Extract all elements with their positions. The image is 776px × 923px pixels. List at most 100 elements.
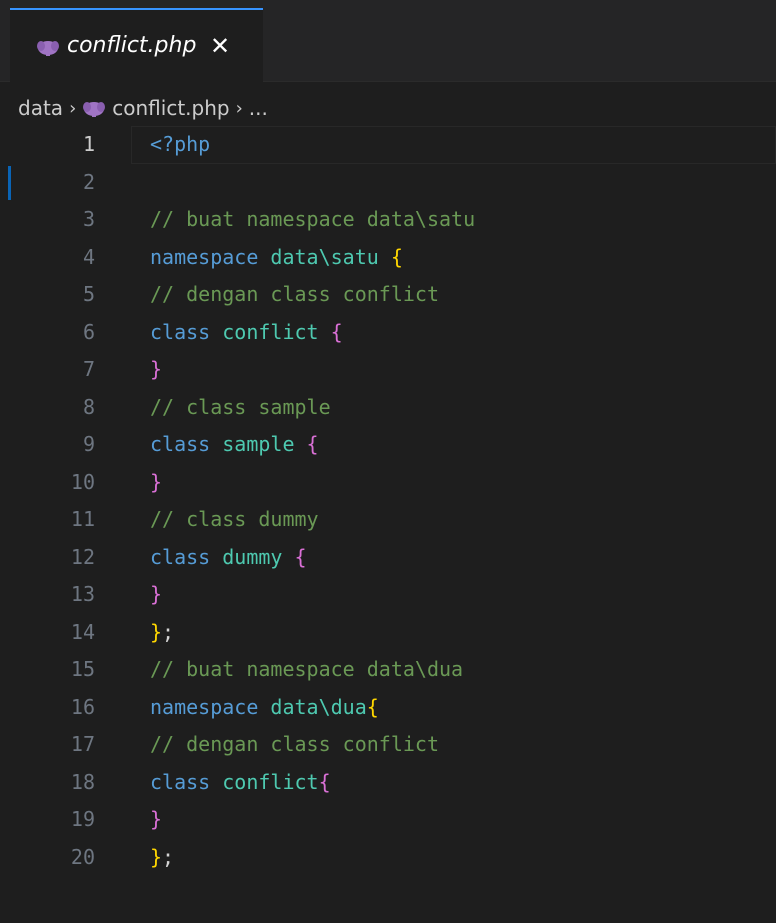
- code-token: // buat namespace data\satu: [150, 207, 476, 231]
- code-text: // buat namespace data\dua: [150, 651, 463, 689]
- line-number: 10: [70, 469, 95, 494]
- breadcrumb-file[interactable]: conflict.php: [112, 96, 229, 120]
- code-text: namespace data\dua{: [150, 689, 379, 727]
- breadcrumb-symbols[interactable]: ...: [249, 96, 268, 120]
- line-number: 1: [82, 132, 95, 156]
- code-line[interactable]: 12 class dummy {: [0, 539, 776, 577]
- code-token: {: [390, 244, 403, 269]
- line-number: 20: [70, 844, 95, 869]
- code-token: }: [150, 619, 163, 644]
- tab-title: conflict.php: [67, 33, 197, 58]
- tab-conflict-php[interactable]: conflict.php ✕: [10, 8, 263, 82]
- line-number: 2: [82, 169, 95, 194]
- code-token: sample: [222, 432, 307, 456]
- code-text: }: [150, 801, 162, 839]
- code-text: // class sample: [150, 389, 331, 427]
- code-token: <?php: [150, 132, 211, 156]
- code-token: data\satu: [270, 244, 391, 269]
- line-number: 13: [70, 582, 95, 606]
- code-line[interactable]: 19}: [0, 801, 776, 839]
- line-number: 16: [70, 694, 95, 719]
- code-line[interactable]: 6 class conflict {: [0, 314, 776, 352]
- line-number: 12: [70, 544, 95, 569]
- code-token: {: [294, 544, 307, 569]
- php-elephant-icon: [83, 102, 106, 117]
- code-line[interactable]: 9 class sample {: [0, 426, 776, 464]
- line-number: 4: [82, 244, 95, 269]
- code-line[interactable]: 8 // class sample: [0, 389, 776, 427]
- code-token: }: [150, 582, 163, 606]
- code-token: class: [150, 319, 223, 344]
- php-elephant-icon: [37, 41, 59, 56]
- chevron-right-icon: ›: [69, 97, 77, 119]
- close-icon[interactable]: ✕: [210, 32, 230, 60]
- code-line[interactable]: 10}: [0, 464, 776, 502]
- code-token: }: [150, 357, 163, 381]
- line-number: 19: [70, 807, 95, 831]
- code-line[interactable]: 1 <?php: [0, 126, 776, 164]
- breadcrumb: data › conflict.php › ...: [18, 92, 268, 124]
- breadcrumb-folder[interactable]: data: [18, 96, 63, 120]
- tab-bar: conflict.php ✕: [0, 0, 776, 82]
- code-token: // dengan class conflict: [150, 732, 439, 756]
- code-token: // dengan class conflict: [150, 282, 439, 306]
- code-line[interactable]: 11 // class dummy: [0, 501, 776, 539]
- code-token: {: [330, 319, 343, 344]
- code-text: // buat namespace data\satu: [150, 201, 475, 239]
- code-text: class dummy {: [150, 539, 307, 577]
- line-number: 17: [70, 732, 95, 756]
- code-text: namespace data\satu {: [150, 239, 403, 277]
- code-text: }: [150, 351, 162, 389]
- code-line[interactable]: 3 // buat namespace data\satu: [0, 201, 776, 239]
- code-line[interactable]: 2: [0, 164, 776, 202]
- line-number: 11: [70, 507, 95, 531]
- code-text: // dengan class conflict: [150, 726, 439, 764]
- code-token: // buat namespace data\dua: [150, 657, 464, 681]
- code-text: <?php: [150, 126, 210, 164]
- line-number: 6: [82, 319, 95, 344]
- code-line[interactable]: 20};: [0, 839, 776, 877]
- code-token: {: [318, 769, 331, 794]
- code-text: class conflict {: [150, 314, 343, 352]
- code-text: }: [150, 464, 162, 502]
- code-line[interactable]: 4 namespace data\satu {: [0, 239, 776, 277]
- code-line[interactable]: 14};: [0, 614, 776, 652]
- code-token: class: [150, 544, 223, 569]
- code-token: data\dua: [270, 694, 367, 719]
- code-token: {: [366, 694, 379, 719]
- code-line[interactable]: 18 class conflict{: [0, 764, 776, 802]
- line-number: 7: [82, 357, 95, 381]
- code-line[interactable]: 5 // dengan class conflict: [0, 276, 776, 314]
- line-number: 15: [70, 657, 95, 681]
- code-line[interactable]: 15 // buat namespace data\dua: [0, 651, 776, 689]
- code-text: }: [150, 576, 162, 614]
- code-token: class: [150, 769, 223, 794]
- code-token: ;: [162, 619, 175, 644]
- code-token: class: [150, 432, 223, 456]
- code-token: }: [150, 469, 163, 494]
- code-token: }: [150, 807, 163, 831]
- code-token: }: [150, 844, 163, 869]
- line-number: 9: [82, 432, 95, 456]
- chevron-right-icon: ›: [235, 97, 243, 119]
- code-text: // class dummy: [150, 501, 319, 539]
- code-token: // class sample: [150, 394, 331, 419]
- line-number: 18: [70, 769, 95, 794]
- code-text: class conflict{: [150, 764, 331, 802]
- line-number: 3: [82, 207, 95, 231]
- code-line[interactable]: 16 namespace data\dua{: [0, 689, 776, 727]
- code-token: dummy: [222, 544, 295, 569]
- code-editor[interactable]: 1 <?php 2 3 // buat namespace data\satu 4 name…: [0, 126, 776, 923]
- code-text: };: [150, 839, 174, 877]
- line-number: 14: [70, 619, 95, 644]
- code-text: };: [150, 614, 174, 652]
- code-line[interactable]: 17 // dengan class conflict: [0, 726, 776, 764]
- line-number: 8: [82, 394, 95, 419]
- code-token: namespace: [150, 244, 271, 269]
- code-line[interactable]: 13}: [0, 576, 776, 614]
- code-text: // dengan class conflict: [150, 276, 439, 314]
- code-token: {: [306, 432, 319, 456]
- code-text: class sample {: [150, 426, 319, 464]
- line-number: 5: [82, 282, 95, 306]
- code-line[interactable]: 7}: [0, 351, 776, 389]
